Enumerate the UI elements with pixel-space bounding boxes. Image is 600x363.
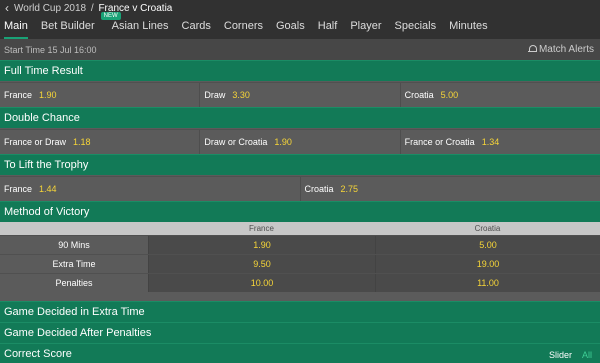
selection-france-or-draw[interactable]: France or Draw 1.18 bbox=[0, 130, 201, 154]
market-header-game-decided-extra-time[interactable]: Game Decided in Extra Time bbox=[0, 301, 600, 322]
tab-label: Bet Builder bbox=[40, 20, 95, 32]
market-header-double-chance[interactable]: Double Chance bbox=[0, 107, 600, 128]
tab-label: Specials bbox=[394, 20, 437, 32]
market-tabs: Main Bet Builder NEW Asian Lines Cards Co… bbox=[0, 12, 600, 39]
market-header-method-of-victory[interactable]: Method of Victory bbox=[0, 201, 600, 222]
tab-corners[interactable]: Corners bbox=[224, 16, 263, 39]
info-bar: Start Time 15 Jul 16:00 Match Alerts bbox=[0, 39, 600, 60]
table-row: Extra Time 9.50 19.00 bbox=[0, 254, 600, 273]
selection-name: Croatia bbox=[304, 184, 334, 194]
selection-odds: 1.34 bbox=[481, 137, 500, 147]
selection-name: France bbox=[4, 90, 33, 100]
row-label: 90 Mins bbox=[0, 236, 148, 254]
tab-main[interactable]: Main bbox=[4, 16, 28, 39]
market-title: Method of Victory bbox=[4, 206, 90, 218]
odds-cell-france[interactable]: 1.90 bbox=[148, 236, 375, 254]
row-label: Penalties bbox=[0, 274, 148, 292]
header-bar: ‹ World Cup 2018 / France v Croatia bbox=[0, 0, 600, 16]
selection-odds: 5.00 bbox=[440, 90, 459, 100]
breadcrumb: World Cup 2018 / France v Croatia bbox=[14, 3, 172, 14]
tab-minutes[interactable]: Minutes bbox=[449, 16, 488, 39]
market-title: Full Time Result bbox=[4, 65, 83, 77]
selection-odds: 1.90 bbox=[274, 137, 292, 147]
odds-cell-croatia[interactable]: 19.00 bbox=[375, 255, 600, 273]
tab-label: Player bbox=[350, 20, 382, 32]
selection-name: France or Draw bbox=[4, 137, 67, 147]
selection-name: Croatia bbox=[404, 90, 434, 100]
row-label: Extra Time bbox=[0, 255, 148, 273]
tab-player[interactable]: Player bbox=[350, 16, 381, 39]
market-title: Game Decided in Extra Time bbox=[4, 306, 145, 318]
selection-draw[interactable]: Draw 3.30 bbox=[200, 83, 401, 107]
selection-draw-or-croatia[interactable]: Draw or Croatia 1.90 bbox=[200, 130, 401, 154]
tab-label: Minutes bbox=[449, 20, 488, 32]
all-view-button[interactable]: All bbox=[582, 350, 592, 360]
selection-croatia[interactable]: Croatia 5.00 bbox=[401, 83, 600, 107]
tab-bet-builder[interactable]: Bet Builder NEW bbox=[40, 12, 121, 39]
table-row: 90 Mins 1.90 5.00 bbox=[0, 235, 600, 254]
market-title: Correct Score bbox=[4, 347, 72, 360]
market-header-correct-score[interactable]: Correct Score Slider All bbox=[0, 343, 600, 363]
market-header-full-time-result[interactable]: Full Time Result bbox=[0, 60, 600, 81]
selection-name: France bbox=[4, 184, 33, 194]
selection-name: Draw or Croatia bbox=[204, 137, 268, 147]
table-header: France Croatia bbox=[0, 222, 600, 235]
tab-specials[interactable]: Specials bbox=[395, 16, 437, 39]
tab-label: Goals bbox=[276, 20, 305, 32]
market-title: To Lift the Trophy bbox=[4, 159, 89, 171]
chevron-left-icon[interactable]: ‹ bbox=[0, 0, 14, 16]
market-header-game-decided-penalties[interactable]: Game Decided After Penalties bbox=[0, 322, 600, 343]
selection-odds: 2.75 bbox=[340, 184, 359, 194]
selection-france[interactable]: France 1.44 bbox=[0, 177, 301, 201]
selection-croatia[interactable]: Croatia 2.75 bbox=[301, 177, 600, 201]
tab-label: Half bbox=[317, 20, 338, 32]
odds-cell-france[interactable]: 10.00 bbox=[148, 274, 375, 292]
tab-half[interactable]: Half bbox=[318, 16, 338, 39]
market-row-full-time-result: France 1.90 Draw 3.30 Croatia 5.00 bbox=[0, 82, 600, 107]
tab-label: Main bbox=[4, 20, 28, 32]
market-header-to-lift-trophy[interactable]: To Lift the Trophy bbox=[0, 154, 600, 175]
selection-name: France or Croatia bbox=[404, 137, 475, 147]
slider-view-button[interactable]: Slider bbox=[549, 350, 572, 360]
selection-odds: 3.30 bbox=[232, 90, 250, 100]
column-header-france: France bbox=[249, 224, 274, 233]
tab-label: Asian Lines bbox=[111, 20, 169, 32]
match-alerts-label: Match Alerts bbox=[538, 44, 594, 55]
market-title: Double Chance bbox=[4, 112, 80, 124]
selection-odds: 1.44 bbox=[39, 184, 57, 194]
market-row-double-chance: France or Draw 1.18 Draw or Croatia 1.90 F… bbox=[0, 129, 600, 154]
match-alerts-button[interactable]: Match Alerts bbox=[527, 44, 594, 55]
breadcrumb-separator: / bbox=[90, 2, 94, 14]
selection-france-or-croatia[interactable]: France or Croatia 1.34 bbox=[401, 130, 600, 154]
table-row: Penalties 10.00 11.00 bbox=[0, 273, 600, 292]
header-spacer bbox=[0, 222, 148, 235]
odds-cell-croatia[interactable]: 5.00 bbox=[375, 236, 600, 254]
correct-score-view-toggle: Slider All bbox=[549, 344, 592, 363]
tab-asian-lines[interactable]: Asian Lines bbox=[112, 16, 169, 39]
tab-label: Cards bbox=[181, 20, 211, 32]
selection-odds: 1.90 bbox=[39, 90, 57, 100]
selection-name: Draw bbox=[204, 90, 226, 100]
start-time: Start Time 15 Jul 16:00 bbox=[4, 44, 97, 55]
tab-cards[interactable]: Cards bbox=[182, 16, 211, 39]
odds-cell-france[interactable]: 9.50 bbox=[148, 255, 375, 273]
selection-odds: 1.18 bbox=[73, 137, 91, 147]
column-header-croatia: Croatia bbox=[474, 224, 501, 233]
odds-cell-croatia[interactable]: 11.00 bbox=[375, 274, 600, 292]
market-row-to-lift-trophy: France 1.44 Croatia 2.75 bbox=[0, 176, 600, 201]
bell-icon bbox=[527, 45, 537, 54]
selection-france[interactable]: France 1.90 bbox=[0, 83, 201, 107]
breadcrumb-competition[interactable]: World Cup 2018 bbox=[14, 3, 86, 14]
tab-goals[interactable]: Goals bbox=[276, 16, 305, 39]
method-of-victory-table: France Croatia 90 Mins 1.90 5.00 Extra T… bbox=[0, 222, 600, 292]
market-title: Game Decided After Penalties bbox=[4, 327, 152, 339]
tab-label: Corners bbox=[223, 20, 263, 32]
